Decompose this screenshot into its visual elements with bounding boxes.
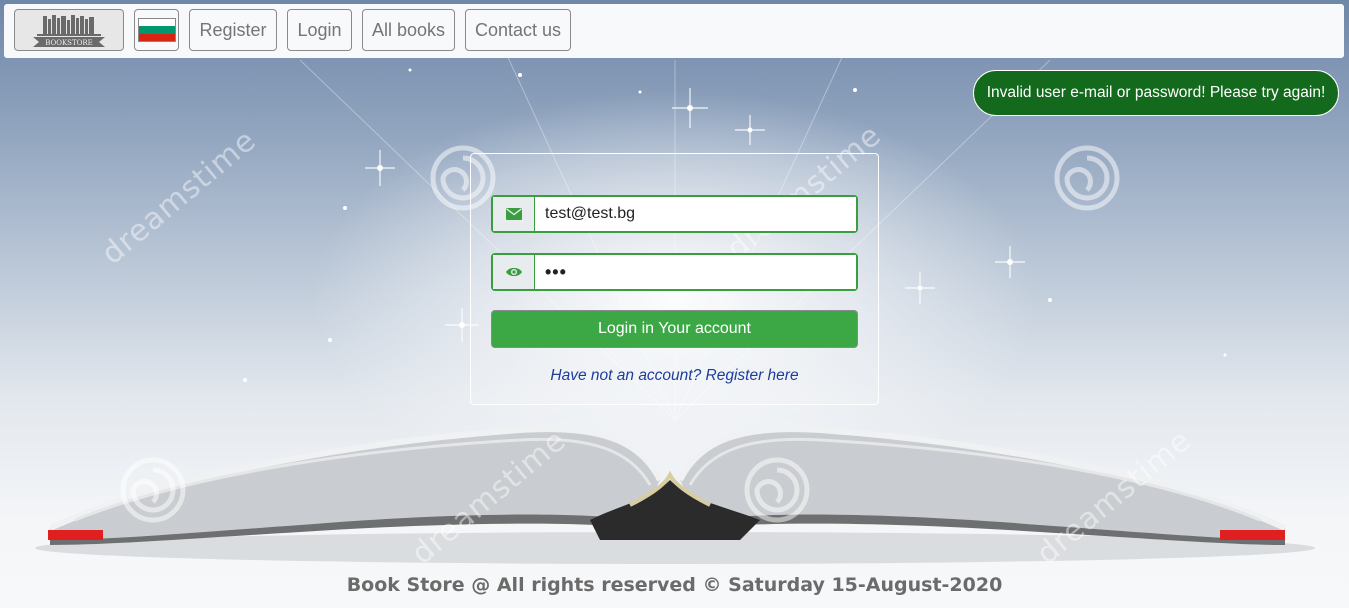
logo-text: BOOKSTORE bbox=[45, 39, 93, 47]
language-flag-button[interactable] bbox=[134, 9, 179, 51]
envelope-icon bbox=[505, 208, 522, 220]
email-field[interactable] bbox=[535, 197, 856, 231]
register-link[interactable]: Have not an account? Register here bbox=[471, 367, 878, 385]
watermark-swirl-icon bbox=[120, 457, 186, 523]
flag-stripe-green bbox=[138, 26, 175, 34]
nav-contact-us-button[interactable]: Contact us bbox=[465, 9, 571, 51]
bulgarian-flag-icon bbox=[137, 18, 176, 42]
bookstore-logo: BOOKSTORE bbox=[33, 15, 105, 47]
watermark-swirl-icon bbox=[1054, 145, 1120, 211]
password-addon[interactable] bbox=[493, 255, 535, 289]
login-card: ••• Login in Your account Have not an ac… bbox=[470, 153, 879, 405]
password-input-group: ••• bbox=[491, 253, 858, 291]
flag-stripe-white bbox=[138, 19, 175, 27]
nav-login-button[interactable]: Login bbox=[287, 9, 352, 51]
watermark-swirl-icon bbox=[744, 457, 810, 523]
email-input-group bbox=[491, 195, 858, 233]
flag-stripe-red bbox=[138, 33, 175, 41]
nav-register-button[interactable]: Register bbox=[189, 9, 277, 51]
nav-all-books-button[interactable]: All books bbox=[362, 9, 455, 51]
password-field[interactable]: ••• bbox=[535, 255, 856, 289]
bookstore-logo-button[interactable]: BOOKSTORE bbox=[14, 9, 124, 51]
footer-copyright: Book Store @ All rights reserved © Satur… bbox=[346, 574, 1003, 596]
email-addon bbox=[493, 197, 535, 231]
eye-icon bbox=[505, 267, 522, 277]
login-submit-button[interactable]: Login in Your account bbox=[491, 310, 858, 348]
navbar: BOOKSTORE Register Login All books Conta… bbox=[4, 4, 1344, 58]
error-alert: Invalid user e-mail or password! Please … bbox=[973, 70, 1339, 116]
